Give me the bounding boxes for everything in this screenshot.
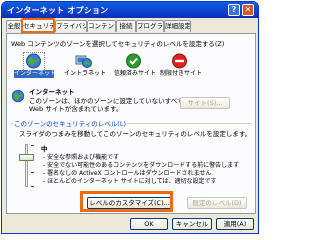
zone-trusted[interactable]: 信頼済みサイト: [111, 53, 159, 81]
tab-connections[interactable]: 接続: [116, 20, 136, 32]
intranet-icon: [75, 53, 92, 69]
zone-label: イントラネット: [63, 70, 106, 77]
security-panel: Web コンテンツのゾーンを選択してセキュリティのレベルを設定する(Z) インタ…: [6, 33, 256, 214]
zone-label: 制限付きサイト: [159, 70, 202, 77]
security-slider-thumb[interactable]: [19, 154, 34, 161]
highlight-frame: [80, 191, 173, 212]
cancel-button[interactable]: キャンセル: [172, 218, 212, 230]
tab-programs[interactable]: プログラム: [136, 20, 164, 32]
close-button[interactable]: ✕: [242, 4, 254, 16]
ok-button[interactable]: OK: [130, 218, 168, 230]
zone-label: インターネット: [14, 70, 57, 78]
tab-security[interactable]: セキュリティ: [21, 18, 55, 33]
security-slider-track[interactable]: [25, 144, 28, 187]
level-bullet: - ほとんどのインターネット サイトに対しては、適切な設定です: [43, 178, 217, 185]
no-entry-icon: [171, 53, 188, 69]
title-bar[interactable]: インターネット オプション ? ✕: [2, 2, 258, 18]
slider-tick: [31, 145, 34, 146]
tab-content[interactable]: コンテンツ: [87, 20, 116, 32]
slider-hint: スライダのつまみを移動してこのゾーンのセキュリティのレベルを設定します。: [19, 130, 252, 138]
globe-icon: [11, 89, 25, 103]
default-level-button[interactable]: 既定のレベル(D): [187, 197, 247, 209]
tab-advanced[interactable]: 詳細設定: [164, 20, 191, 32]
tab-bar: 全般 セキュリティ プライバシー コンテンツ 接続 プログラム 詳細設定: [6, 18, 256, 33]
tab-privacy[interactable]: プライバシー: [55, 20, 87, 32]
apply-button[interactable]: 適用(A): [216, 218, 254, 230]
zone-label: 信頼済みサイト: [113, 70, 156, 77]
help-button[interactable]: ?: [228, 4, 240, 16]
sites-button[interactable]: サイト(S)...: [180, 97, 230, 109]
slider-tick: [31, 172, 34, 173]
slider-tick: [31, 186, 34, 187]
zone-prompt: Web コンテンツのゾーンを選択してセキュリティのレベルを設定する(Z): [11, 40, 225, 48]
window-title: インターネット オプション: [7, 6, 109, 15]
check-icon: [125, 53, 142, 69]
tab-general[interactable]: 全般: [6, 20, 22, 32]
zone-restricted[interactable]: 制限付きサイト: [157, 53, 205, 81]
zone-internet[interactable]: インターネット: [11, 52, 59, 81]
zone-description-line2: Web サイトが含まれています。: [29, 105, 123, 113]
globe-icon: [23, 52, 45, 72]
security-level-legend: このゾーンのセキュリティのレベル(L): [13, 118, 127, 128]
zone-intranet[interactable]: イントラネット: [61, 53, 109, 81]
